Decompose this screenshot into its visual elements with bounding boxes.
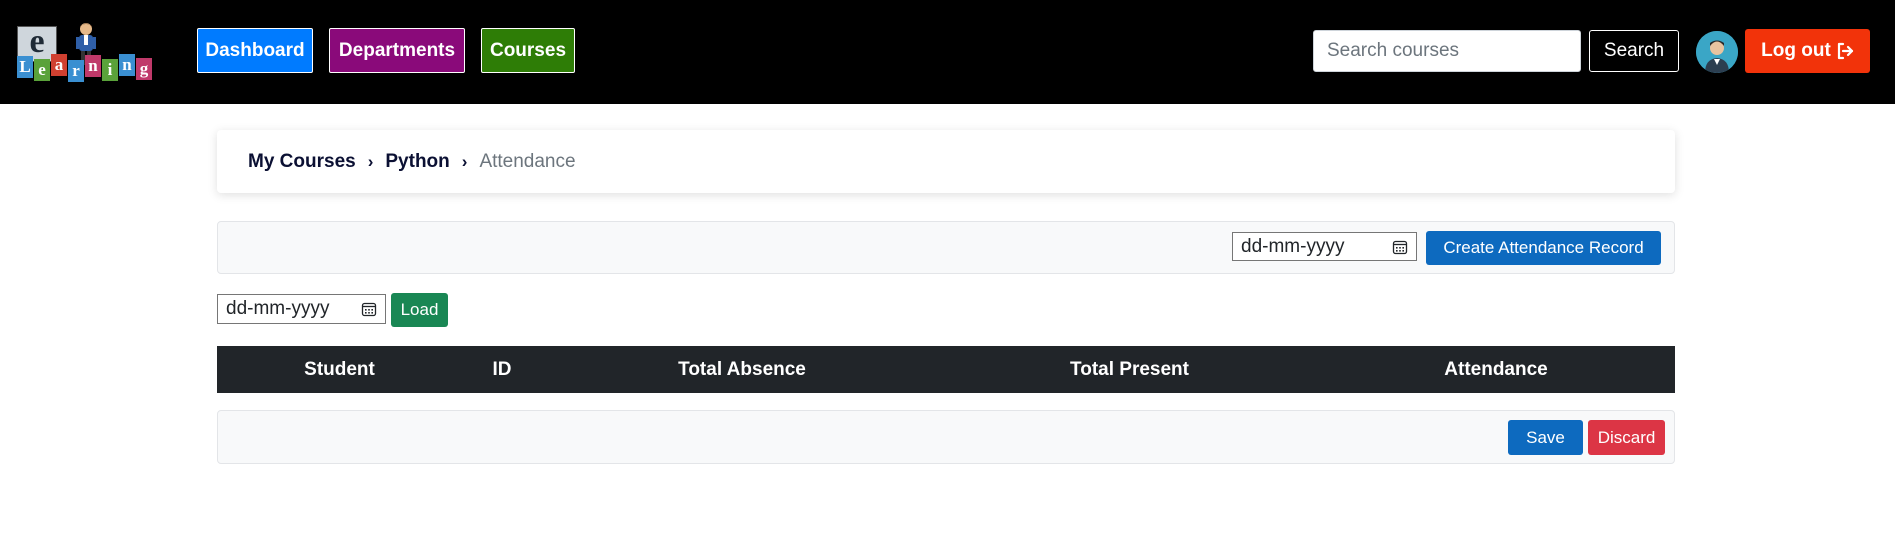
logo-letter: g [136, 58, 152, 80]
column-header-total-absence: Total Absence [678, 358, 806, 380]
logo-letters: Learning [17, 54, 152, 82]
search-button[interactable]: Search [1589, 30, 1679, 72]
breadcrumb-my-courses[interactable]: My Courses [248, 151, 356, 173]
search-input[interactable] [1313, 30, 1581, 72]
load-date-input[interactable]: dd-mm-yyyy [217, 294, 386, 324]
chevron-right-icon: › [367, 151, 374, 171]
attendance-table-header: Student ID Total Absence Total Present A… [217, 346, 1675, 393]
sign-out-icon [1837, 42, 1853, 60]
discard-button[interactable]: Discard [1588, 420, 1665, 455]
attendance-date-input[interactable]: dd-mm-yyyy [1232, 232, 1417, 261]
breadcrumb-current: Attendance [479, 150, 576, 172]
attendance-actions-bar [217, 410, 1675, 464]
logo-letter: L [17, 56, 33, 78]
nav-departments-button[interactable]: Departments [329, 28, 465, 73]
breadcrumb: My Courses › Python › Attendance [217, 130, 1675, 193]
column-header-id: ID [492, 358, 512, 380]
logo-letter: a [51, 54, 67, 76]
calendar-icon[interactable] [1392, 239, 1408, 255]
nav-dashboard-button[interactable]: Dashboard [197, 28, 313, 73]
date-placeholder: dd-mm-yyyy [1241, 235, 1345, 257]
nav-courses-button[interactable]: Courses [481, 28, 575, 73]
breadcrumb-python[interactable]: Python [385, 151, 449, 173]
create-attendance-record-button[interactable]: Create Attendance Record [1426, 231, 1661, 265]
load-button[interactable]: Load [391, 293, 448, 327]
user-avatar-icon [1696, 31, 1738, 73]
logo-letter: i [102, 59, 118, 81]
logo-letter: e [34, 59, 50, 81]
column-header-student: Student [304, 358, 375, 380]
elearning-logo[interactable]: e Learning [17, 22, 171, 82]
column-header-total-present: Total Present [1070, 358, 1189, 380]
avatar[interactable] [1696, 31, 1738, 73]
calendar-icon[interactable] [361, 301, 377, 317]
logout-button[interactable]: Log out [1745, 29, 1870, 73]
top-navbar: e Learning Dashboard Departments Courses… [0, 0, 1895, 104]
logo-letter: n [85, 55, 101, 77]
logo-letter: r [68, 60, 84, 82]
logo-letter: n [119, 54, 135, 76]
chevron-right-icon: › [461, 151, 468, 171]
logout-label: Log out [1761, 40, 1831, 61]
save-button[interactable]: Save [1508, 420, 1583, 455]
column-header-attendance: Attendance [1444, 358, 1548, 380]
date-placeholder: dd-mm-yyyy [226, 298, 330, 319]
